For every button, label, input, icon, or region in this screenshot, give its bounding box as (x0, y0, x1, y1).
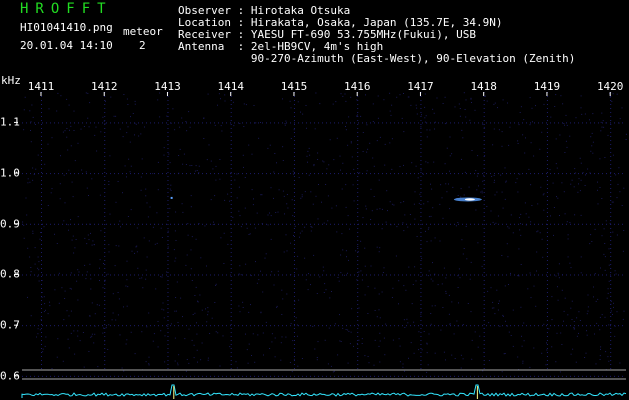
grid-dots (22, 92, 623, 377)
meteor-count-value: 2 (139, 39, 146, 52)
x-tick-label: 1418 (470, 80, 497, 93)
x-tick-label: 1412 (90, 80, 118, 93)
meteor-echo-weak (170, 196, 173, 199)
x-tick-label: 1414 (217, 80, 244, 93)
y-tick-label: 1.0 (0, 166, 20, 180)
y-axis-unit: kHz (1, 74, 21, 87)
x-tick-label: 1419 (533, 80, 561, 93)
y-tick-label: 0.6 (0, 369, 20, 383)
x-tick-label: 1415 (280, 80, 308, 93)
meteor-count-label: meteor (123, 25, 163, 38)
x-tick-label: 1411 (27, 80, 55, 93)
x-tick-label: 1420 (596, 80, 624, 93)
timestamp: 20.01.04 14:10 (20, 39, 113, 52)
y-tick-label: 0.8 (0, 267, 20, 281)
y-tick-label: 0.7 (0, 318, 20, 332)
y-tick-label: 1.1 (0, 115, 20, 129)
x-tick-label: 1416 (343, 80, 371, 93)
meteor-echo-core (464, 198, 475, 201)
antenna-detail-line: 90-270-Azimuth (East-West), 90-Elevation… (178, 52, 576, 65)
power-trace (21, 384, 627, 398)
y-tick-label: 0.9 (0, 217, 20, 231)
file-name: HI01041410.png (20, 21, 113, 34)
x-tick-label: 1417 (407, 80, 434, 93)
x-tick-label: 1413 (154, 80, 181, 93)
app-title: HROFFT (20, 1, 113, 17)
noise-field (22, 92, 627, 373)
